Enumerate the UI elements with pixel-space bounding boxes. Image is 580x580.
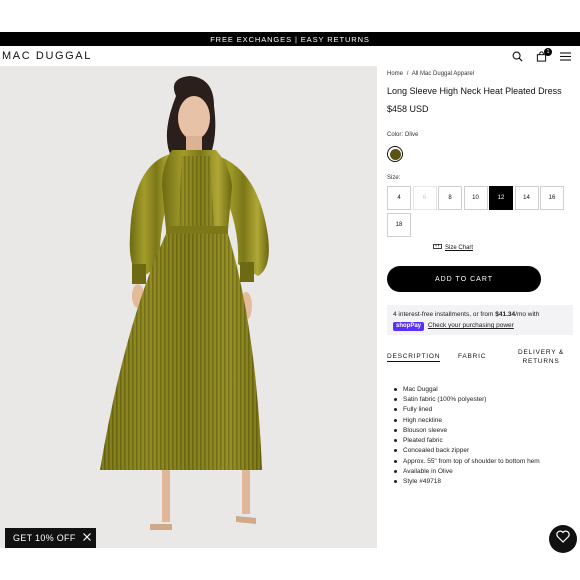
shop-pay-logo: shopPay xyxy=(393,322,425,331)
installments-prefix: 4 interest-free installments, or from xyxy=(393,311,494,318)
dress-illustration xyxy=(100,76,269,530)
color-swatch-olive[interactable] xyxy=(387,146,403,162)
size-option[interactable]: 18 xyxy=(387,213,411,237)
ruler-icon xyxy=(433,244,442,251)
add-to-cart-button[interactable]: ADD TO CART xyxy=(387,266,541,292)
installments-banner: 4 interest-free installments, or from $4… xyxy=(387,305,573,335)
size-label: Size: xyxy=(387,175,401,181)
breadcrumb-collection[interactable]: All Mac Duggal Apparel xyxy=(412,71,474,77)
size-option[interactable]: 8 xyxy=(438,186,462,210)
list-item: Pleated fabric xyxy=(394,435,540,445)
header-icons: 1 xyxy=(510,48,572,63)
size-option[interactable]: 4 xyxy=(387,186,411,210)
size-option[interactable]: 16 xyxy=(540,186,564,210)
description-list: Mac Duggal Satin fabric (100% polyester)… xyxy=(394,384,540,487)
tab-fabric[interactable]: FABRIC xyxy=(458,353,486,360)
tab-delivery-line2: RETURNS xyxy=(522,358,560,365)
tab-delivery-line1: DELIVERY & xyxy=(517,349,565,356)
bag-count-badge: 1 xyxy=(544,48,552,56)
breadcrumb-separator: / xyxy=(406,71,409,77)
tab-description[interactable]: DESCRIPTION xyxy=(387,353,441,362)
site-header: MAC DUGGAL 1 xyxy=(0,46,580,66)
size-option[interactable]: 10 xyxy=(463,186,488,210)
product-title: Long Sleeve High Neck Heat Pleated Dress xyxy=(387,86,562,96)
list-item: High neckline xyxy=(394,415,540,425)
list-item: Satin fabric (100% polyester) xyxy=(394,394,540,404)
size-selector: 4 6 8 10 12 14 16 18 xyxy=(387,186,565,237)
installments-amount: $41.34 xyxy=(495,311,516,318)
product-price: $458 USD xyxy=(387,104,429,114)
swatch-fill xyxy=(389,148,401,160)
list-item: Style #49718 xyxy=(394,477,540,487)
promo-banner-text: FREE EXCHANGES | EASY RETURNS xyxy=(210,34,370,44)
list-item: Mac Duggal xyxy=(394,384,540,394)
close-icon[interactable] xyxy=(83,533,91,543)
product-photo[interactable] xyxy=(0,66,377,548)
menu-icon[interactable] xyxy=(558,49,572,63)
discount-popup-text[interactable]: GET 10% OFF xyxy=(13,533,76,543)
discount-popup[interactable]: GET 10% OFF xyxy=(5,528,96,548)
size-chart-link[interactable]: Size Chart xyxy=(433,244,473,251)
purchasing-power-link[interactable]: Check your purchasing power xyxy=(428,322,514,329)
list-item: Fully lined xyxy=(394,405,540,415)
search-icon[interactable] xyxy=(510,49,524,63)
list-item: Approx. 55" from top of shoulder to bott… xyxy=(394,456,540,466)
size-option[interactable]: 6 xyxy=(412,186,437,210)
installments-suffix: /mo with xyxy=(515,311,540,318)
list-item: Concealed back zipper xyxy=(394,446,540,456)
tab-delivery-returns[interactable]: DELIVERY & RETURNS xyxy=(515,348,567,366)
breadcrumb: Home / All Mac Duggal Apparel xyxy=(387,71,476,77)
breadcrumb-home[interactable]: Home xyxy=(387,71,403,77)
site-logo[interactable]: MAC DUGGAL xyxy=(2,50,92,62)
list-item: Available in Olive xyxy=(394,466,540,476)
size-option[interactable]: 14 xyxy=(514,186,539,210)
list-item: Blouson sleeve xyxy=(394,425,540,435)
shopping-bag-icon[interactable]: 1 xyxy=(534,48,552,63)
chat-button[interactable] xyxy=(549,525,577,553)
size-chart-label[interactable]: Size Chart xyxy=(445,245,473,251)
product-tabs: DESCRIPTION FABRIC DELIVERY & RETURNS xyxy=(387,348,575,370)
heart-chat-icon xyxy=(556,530,570,548)
promo-banner: FREE EXCHANGES | EASY RETURNS xyxy=(0,32,580,46)
color-label: Color: Olive xyxy=(387,132,419,138)
size-option[interactable]: 12 xyxy=(489,186,513,210)
